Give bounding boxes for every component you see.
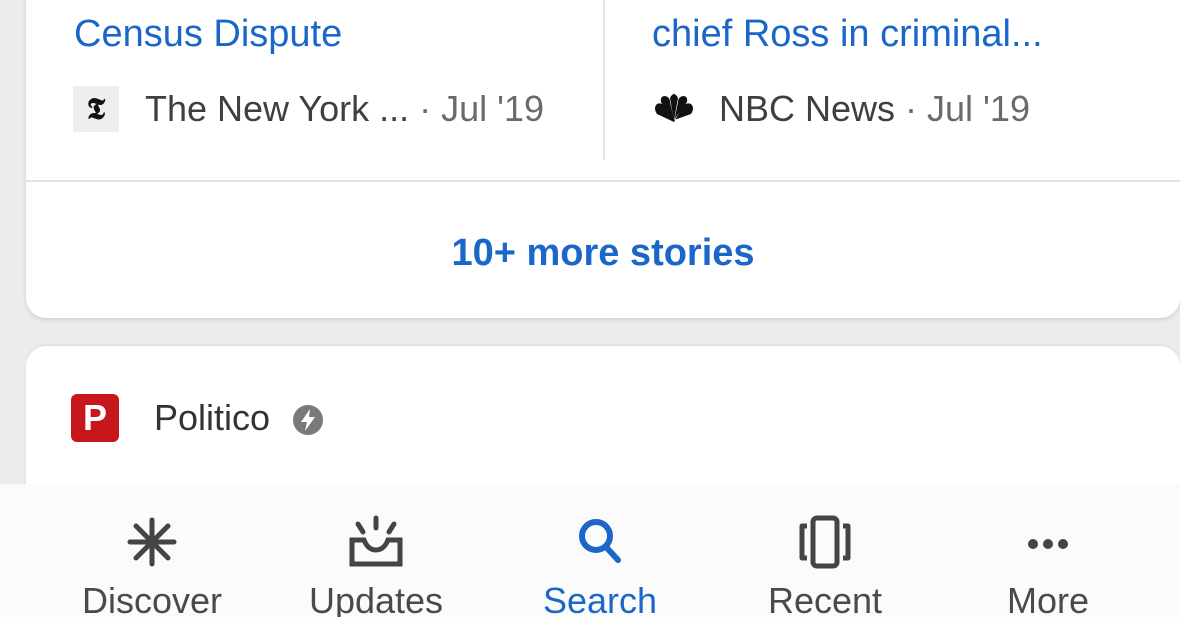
- publisher-row: P Politico: [71, 394, 324, 442]
- nav-discover[interactable]: Discover: [34, 484, 270, 617]
- amp-lightning-icon: [293, 405, 324, 435]
- page: Census Dispute 𝕿 The New York ... · Jul …: [0, 0, 1180, 617]
- story-card-left[interactable]: Census Dispute 𝕿 The New York ... · Jul …: [26, 0, 603, 160]
- nav-updates[interactable]: Updates: [258, 484, 494, 617]
- story-source: NBC News: [719, 88, 896, 129]
- nav-label: Discover: [81, 580, 223, 617]
- search-icon: [579, 519, 621, 563]
- recent-cards-icon: [799, 515, 851, 569]
- nav-label: Recent: [767, 580, 883, 617]
- publisher-name: Politico: [154, 397, 271, 438]
- story-grid: Census Dispute 𝕿 The New York ... · Jul …: [26, 0, 1180, 160]
- nav-search[interactable]: Search: [482, 484, 718, 617]
- story-date: · Jul '19: [419, 88, 545, 129]
- nyt-logo-icon: 𝕿: [73, 86, 119, 132]
- story-meta: NBC News · Jul '19: [651, 86, 1030, 132]
- nav-label: Search: [542, 580, 658, 617]
- nav-label: More: [1006, 580, 1090, 617]
- nav-more[interactable]: More: [930, 484, 1166, 617]
- story-meta: 𝕿 The New York ... · Jul '19: [73, 86, 544, 132]
- story-card-right[interactable]: chief Ross in criminal... NBC News · Jul…: [603, 0, 1180, 160]
- nbc-peacock-icon: [651, 86, 697, 132]
- nav-label: Updates: [308, 580, 444, 617]
- story-date: · Jul '19: [905, 88, 1030, 129]
- story-title[interactable]: chief Ross in criminal...: [652, 13, 1043, 56]
- story-source: The New York ...: [145, 88, 410, 129]
- story-title[interactable]: Census Dispute: [74, 13, 342, 56]
- top-stories-card: Census Dispute 𝕿 The New York ... · Jul …: [26, 0, 1180, 318]
- nav-recent[interactable]: Recent: [707, 484, 943, 617]
- bottom-navigation: Discover Updates Search Recent More: [0, 484, 1180, 617]
- politico-logo-icon: P: [71, 394, 119, 442]
- card-divider: [26, 180, 1180, 182]
- more-stories-link[interactable]: 10+ more stories: [26, 232, 1180, 275]
- more-dots-icon: [1028, 539, 1068, 549]
- asterisk-icon: [127, 517, 177, 567]
- inbox-updates-icon: [349, 515, 403, 567]
